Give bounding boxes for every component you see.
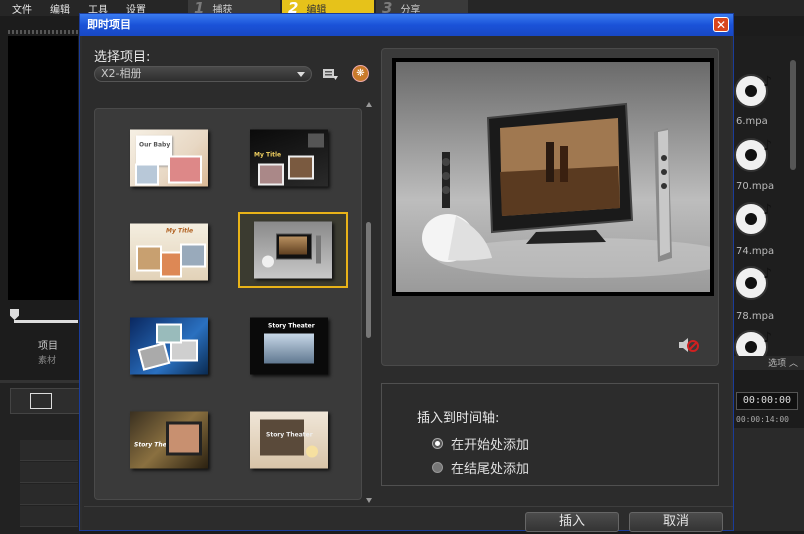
library-file-name: 78.mpa bbox=[736, 311, 775, 322]
template-thumbnail[interactable]: Story Theater bbox=[234, 308, 344, 384]
template-gallery: Our Baby My Title My Title Story Theater… bbox=[94, 108, 362, 500]
cancel-button[interactable]: 取消 bbox=[629, 512, 723, 532]
template-thumbnail[interactable]: Our Baby bbox=[114, 120, 224, 196]
radio-button-checked[interactable] bbox=[432, 438, 443, 449]
menu-file[interactable]: 文件 bbox=[12, 1, 32, 16]
scrub-bar[interactable] bbox=[14, 320, 78, 323]
template-thumbnail[interactable]: My Title bbox=[234, 120, 344, 196]
select-project-label: 选择项目: bbox=[94, 50, 151, 65]
clip-mode-label[interactable]: 素材 bbox=[38, 353, 56, 366]
close-icon[interactable]: ✕ bbox=[713, 17, 729, 32]
template-thumbnail[interactable]: My Title bbox=[114, 214, 224, 290]
project-dropdown[interactable]: X2-相册 bbox=[94, 66, 312, 82]
timeline-track bbox=[20, 484, 78, 505]
music-file-icon[interactable]: ♪ bbox=[734, 202, 774, 242]
library-scrollbar[interactable] bbox=[790, 60, 796, 170]
music-file-icon[interactable]: ♪ bbox=[734, 74, 774, 114]
template-thumbnail[interactable] bbox=[114, 308, 224, 384]
music-file-icon[interactable]: ♪ bbox=[734, 266, 774, 306]
dropdown-value: X2-相册 bbox=[101, 67, 142, 80]
template-thumbnail-selected[interactable] bbox=[238, 212, 348, 288]
film-icon[interactable] bbox=[30, 393, 52, 409]
player-preview bbox=[8, 36, 78, 300]
library-file-name: 74.mpa bbox=[736, 246, 775, 257]
panel-grip bbox=[8, 30, 78, 34]
menu-edit[interactable]: 编辑 bbox=[50, 1, 70, 16]
timeline-track bbox=[20, 462, 78, 483]
template-thumbnail[interactable]: Story Theater bbox=[234, 402, 344, 478]
timeline-track bbox=[20, 440, 78, 461]
dialog-title: 即时项目 bbox=[87, 18, 131, 31]
insert-timeline-panel: 插入到时间轴: 在开始处添加 在结尾处添加 bbox=[381, 383, 719, 486]
library-options-icon[interactable] bbox=[322, 67, 338, 81]
music-file-icon[interactable]: ♪ bbox=[734, 138, 774, 178]
thumbnail-caption: My Title bbox=[166, 227, 194, 235]
gallery-scrollbar[interactable] bbox=[366, 222, 371, 338]
instant-project-dialog: 即时项目 ✕ 选择项目: X2-相册 ❋ Our Baby My Title M… bbox=[79, 13, 734, 532]
thumbnail-caption: Story Theater bbox=[268, 322, 315, 330]
library-file-name: 6.mpa bbox=[736, 116, 768, 127]
options-toggle[interactable]: 选项 ︿ bbox=[732, 356, 804, 370]
insert-timeline-label: 插入到时间轴: bbox=[417, 411, 500, 426]
mute-icon[interactable] bbox=[678, 337, 700, 353]
options-label: 选项 bbox=[768, 359, 787, 369]
radio-add-at-beginning[interactable]: 在开始处添加 bbox=[432, 434, 529, 453]
library-file-name: 70.mpa bbox=[736, 181, 775, 192]
template-thumbnail[interactable]: Story Theater bbox=[114, 402, 224, 478]
thumbnail-caption: My Title bbox=[254, 151, 282, 159]
radio-add-at-end[interactable]: 在结尾处添加 bbox=[432, 458, 529, 477]
dialog-titlebar[interactable]: 即时项目 ✕ bbox=[80, 14, 733, 36]
thumbnail-caption: Our Baby bbox=[139, 141, 171, 149]
dialog-divider bbox=[84, 506, 733, 507]
preview-panel bbox=[381, 48, 719, 366]
scroll-down-icon[interactable] bbox=[366, 498, 372, 503]
timeline-ruler-time: 00:00:14:00 bbox=[736, 415, 789, 424]
preview-frame bbox=[392, 58, 714, 296]
scroll-up-icon[interactable] bbox=[366, 102, 372, 107]
timeline-area bbox=[732, 428, 804, 531]
help-icon[interactable]: ❋ bbox=[352, 65, 369, 82]
project-mode-label[interactable]: 项目 bbox=[38, 337, 58, 352]
dialog-body: 选择项目: X2-相册 ❋ Our Baby My Title My Title… bbox=[82, 36, 733, 532]
template-preview-image bbox=[396, 62, 710, 292]
insert-button[interactable]: 插入 bbox=[525, 512, 619, 532]
radio-label: 在结尾处添加 bbox=[451, 462, 530, 477]
timeline-track bbox=[20, 506, 78, 527]
timecode-display[interactable]: 00:00:00 bbox=[736, 392, 798, 410]
radio-button[interactable] bbox=[432, 462, 443, 473]
preview-scene bbox=[422, 102, 710, 278]
thumbnail-caption: Story Theater bbox=[266, 431, 313, 439]
dropdown-arrow-icon bbox=[297, 72, 305, 77]
radio-label: 在开始处添加 bbox=[451, 438, 530, 453]
scrub-handle[interactable] bbox=[10, 309, 19, 320]
